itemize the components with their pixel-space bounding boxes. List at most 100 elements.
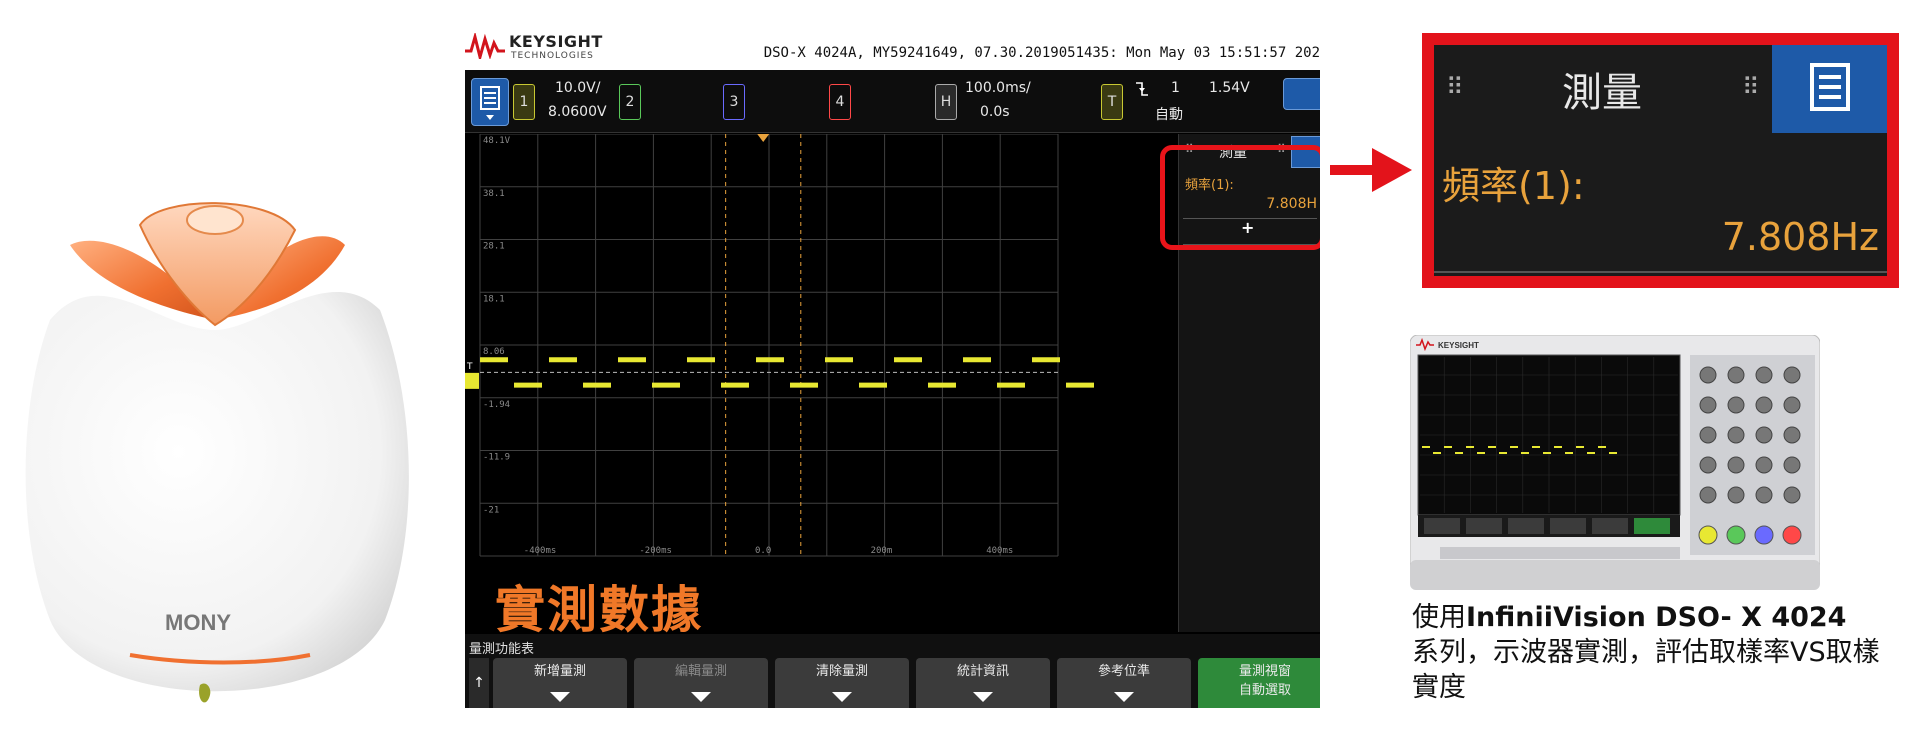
mini-knob	[1699, 486, 1717, 504]
oscilloscope-instrument-photo: KEYSIGHT	[1409, 334, 1821, 590]
back-button[interactable]: ↑	[469, 658, 489, 708]
mini-softkey	[1466, 518, 1502, 534]
mini-knob	[1727, 456, 1745, 474]
y-axis-tick-label: 28.1	[483, 242, 505, 252]
scope-display: 1 10.0V/ 8.0600V 2 3 4 H 100.0ms/ 0.0s T…	[465, 70, 1320, 708]
mini-knob	[1755, 486, 1773, 504]
softkey-label: 自動選取	[1238, 683, 1291, 698]
mini-knob	[1783, 366, 1801, 384]
zoom-measurement-name: 頻率(1):	[1442, 164, 1585, 208]
mini-knob	[1727, 396, 1745, 414]
y-axis-tick-label: 18.1	[483, 294, 505, 304]
drag-handle-icon: ⠿	[1446, 73, 1464, 101]
mini-softkey	[1508, 518, 1544, 534]
scope-header-info: DSO-X 4024A, MY59241649, 07.30.201905143…	[763, 45, 1320, 61]
mini-knob	[1699, 366, 1717, 384]
brand-name: KEYSIGHT	[509, 32, 603, 51]
caption-text: 使用InfiniiVision DSO- X 4024 系列，示波器實測，評估取…	[1412, 600, 1882, 705]
mini-channel-connector	[1782, 525, 1802, 545]
x-axis-tick-label: 0.0	[755, 546, 771, 556]
chevron-down-icon	[691, 692, 711, 702]
mini-knob	[1783, 486, 1801, 504]
trigger-position-marker	[757, 134, 770, 142]
mini-channel-connector	[1726, 525, 1746, 545]
softkey-3[interactable]: 清除量測	[775, 658, 909, 708]
humidifier-product-photo: MONY	[10, 200, 430, 730]
softkey-6[interactable]: 量測視窗 自動選取	[1198, 658, 1320, 708]
softkey-label: 編輯量測	[674, 664, 727, 679]
trigger-button[interactable]: T	[1101, 84, 1123, 120]
zoom-window-button[interactable]	[1283, 78, 1320, 110]
caption-suffix: 系列，示波器實測，評估取樣率VS取樣實度	[1412, 637, 1880, 703]
channel-4-button[interactable]: 4	[829, 84, 851, 120]
mini-knob	[1755, 366, 1773, 384]
y-axis-tick-label: -1.94	[483, 400, 510, 410]
mini-channel-connector	[1754, 525, 1774, 545]
mini-knob	[1699, 456, 1717, 474]
zoom-menu-button	[1772, 45, 1887, 133]
brand-subtitle: TECHNOLOGIES	[511, 51, 594, 61]
zoom-measurement-value: 7.808Hz	[1721, 215, 1879, 259]
softkey-1[interactable]: 新增量測	[493, 658, 627, 708]
mini-knob	[1783, 396, 1801, 414]
zoomed-measurement-panel: ⠿ 測量 ⠿ 頻率(1): 7.808Hz	[1434, 45, 1887, 276]
mini-knob	[1727, 486, 1745, 504]
horizontal-delay: 0.0s	[980, 104, 1010, 120]
zoom-panel-title: 測量	[1562, 70, 1642, 116]
mini-knob	[1727, 366, 1745, 384]
softkey-5[interactable]: 參考位準	[1057, 658, 1191, 708]
instrument-brand: KEYSIGHT	[1438, 341, 1479, 350]
softkey-2[interactable]: 編輯量測	[634, 658, 768, 708]
horizontal-button[interactable]: H	[935, 84, 957, 120]
menu-icon	[480, 86, 500, 120]
scope-status-bar: 1 10.0V/ 8.0600V 2 3 4 H 100.0ms/ 0.0s T…	[465, 70, 1320, 133]
mini-channel-connector	[1698, 525, 1718, 545]
caption-prefix: 使用	[1412, 602, 1466, 633]
chevron-down-icon	[1114, 692, 1134, 702]
drag-handle-icon: ⠿	[1742, 73, 1760, 101]
menu-button[interactable]	[471, 78, 509, 126]
y-axis-tick-label: 48.1V	[483, 136, 511, 146]
y-axis-tick-label: 8.06	[483, 347, 505, 357]
caption-model: InfiniiVision DSO- X 4024	[1466, 602, 1847, 633]
mini-softkey	[1424, 518, 1460, 534]
y-axis-tick-label: -21	[483, 505, 499, 515]
mini-softkey	[1634, 518, 1670, 534]
measurement-zoom-callout: ⠿ 測量 ⠿ 頻率(1): 7.808Hz	[1422, 33, 1899, 288]
x-axis-tick-label: -200ms	[639, 546, 672, 556]
chevron-down-icon	[973, 692, 993, 702]
softkey-label: 參考位準	[1097, 664, 1150, 679]
waveform-grid: 48.1V 38.1 28.1 18.1 8.06 -1.94 -11.9 -21 -400ms…	[465, 134, 1094, 557]
x-axis-tick-label: -400ms	[524, 546, 557, 556]
product-brand-logo: MONY	[165, 610, 231, 635]
mini-softkey	[1592, 518, 1628, 534]
zoom-arrow-icon	[1330, 148, 1412, 192]
channel-1-scale: 10.0V/	[555, 80, 601, 96]
softkey-label: 量測視窗	[1238, 664, 1291, 679]
falling-edge-icon	[1136, 82, 1148, 96]
y-axis-tick-label: -11.9	[483, 453, 510, 463]
x-axis-tick-label: 200m	[871, 546, 893, 556]
horizontal-scale: 100.0ms/	[965, 80, 1031, 96]
softkey-label: 新增量測	[533, 664, 586, 679]
channel-3-button[interactable]: 3	[723, 84, 745, 120]
mini-knob	[1755, 396, 1773, 414]
mini-knob	[1755, 426, 1773, 444]
x-axis-tick-label: 400ms	[986, 546, 1013, 556]
channel-1-ground-marker[interactable]	[465, 372, 479, 389]
channel-2-button[interactable]: 2	[619, 84, 641, 120]
channel-1-button[interactable]: 1	[513, 84, 535, 120]
chevron-down-icon	[550, 692, 570, 702]
trigger-channel: 1	[1171, 80, 1180, 96]
mini-softkey	[1550, 518, 1586, 534]
trigger-level-marker: T	[466, 362, 473, 372]
zoom-separator	[1434, 271, 1887, 273]
mini-knob	[1783, 426, 1801, 444]
softkey-bar: 量測功能表 ↑ 新增量測 編輯量測 清除量測 統計資訊 參考位準 量測視窗 自動選取	[465, 634, 1320, 708]
y-axis-tick-label: 38.1	[483, 189, 505, 199]
measurement-highlight-frame	[1160, 145, 1320, 250]
mini-knob	[1783, 456, 1801, 474]
mini-knob	[1699, 426, 1717, 444]
softkey-4[interactable]: 統計資訊	[916, 658, 1050, 708]
trigger-mode: 自動	[1155, 107, 1183, 123]
